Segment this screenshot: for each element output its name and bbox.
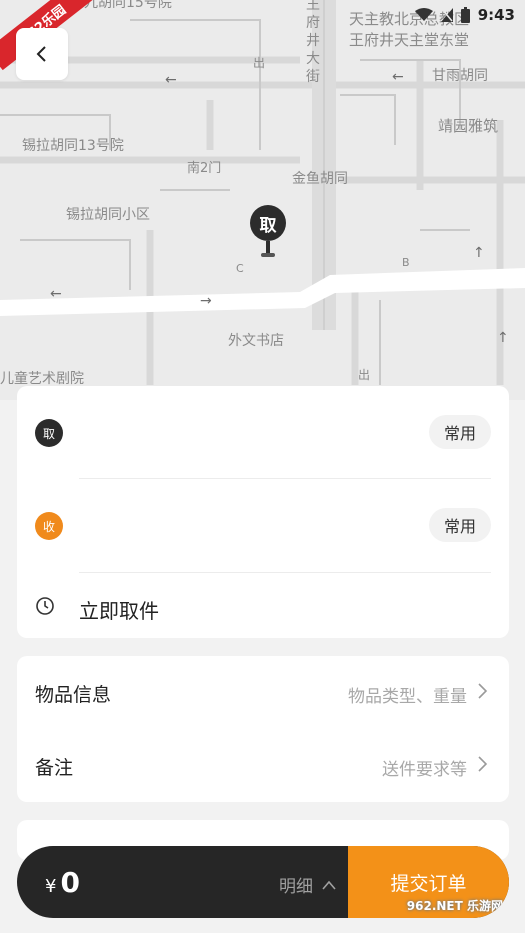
map-label: 锡拉胡同13号院 (22, 138, 124, 154)
back-button[interactable] (16, 28, 68, 80)
chevron-right-icon (478, 683, 488, 699)
address-card: 取 常用 收 常用 立即取件 (17, 386, 509, 638)
road-arrow-left-icon: ← (392, 69, 404, 85)
map-label: 甘雨胡同 (432, 68, 488, 84)
pin-label: 取 (250, 205, 286, 241)
chevron-up-icon (322, 880, 336, 890)
remarks-row[interactable]: 备注 送件要求等 (17, 729, 509, 802)
price-detail-button[interactable]: 明细 (279, 872, 337, 897)
item-info-row[interactable]: 物品信息 物品类型、重量 (17, 656, 509, 729)
chevron-right-icon (478, 756, 488, 772)
total-price: ¥ 0 (45, 866, 80, 899)
map-label: B (402, 256, 410, 269)
pickup-address-row[interactable]: 取 常用 (17, 386, 509, 480)
road-arrow-right-icon: → (200, 293, 212, 309)
map-label: 儿童艺术剧院 (0, 371, 84, 387)
map-label: 南2门 (187, 161, 222, 176)
clock-icon (36, 597, 54, 615)
map-view[interactable]: 胡同九胡同15号院 王 府 井 大 街 天主教北京总教区 王府井天主堂东堂 出 … (0, 0, 525, 400)
map-label: 外文书店 (228, 333, 284, 349)
receive-badge: 收 (35, 512, 63, 540)
submit-order-label: 提交订单 (390, 872, 467, 895)
map-label: 王 (306, 0, 320, 13)
map-label: 王府井天主堂东堂 (349, 31, 470, 49)
pickup-common-address-button[interactable]: 常用 (429, 415, 491, 449)
battery-icon (460, 7, 470, 23)
road-arrow-left-icon: ← (50, 286, 62, 302)
pickup-badge: 取 (35, 419, 63, 447)
receive-address-row[interactable]: 收 常用 (17, 479, 509, 573)
map-label: 出 (358, 368, 371, 382)
price-amount: 0 (60, 866, 80, 899)
pickup-time-label: 立即取件 (79, 599, 159, 623)
item-info-card: 物品信息 物品类型、重量 备注 送件要求等 (17, 656, 509, 802)
remarks-hint: 送件要求等 (382, 760, 467, 780)
map-label: 府 (306, 15, 320, 31)
item-info-hint: 物品类型、重量 (348, 687, 467, 707)
map-label: 金鱼胡同 (292, 171, 348, 187)
price-detail-label: 明细 (279, 877, 313, 897)
pickup-location-pin[interactable]: 取 (250, 205, 288, 259)
road-arrow-left-icon: ← (165, 72, 177, 88)
pickup-time-row[interactable]: 立即取件 (17, 586, 509, 626)
map-label: 大 (306, 51, 320, 67)
item-info-label: 物品信息 (35, 684, 112, 706)
currency-symbol: ¥ (45, 876, 57, 897)
map-label: 井 (306, 33, 320, 49)
road-arrow-up-icon: ↑ (497, 330, 509, 346)
divider (79, 572, 491, 573)
wifi-icon (414, 8, 433, 21)
map-label: C (236, 262, 244, 275)
map-label: 街 (306, 69, 320, 85)
status-bar: 9:43 (414, 0, 525, 30)
map-label: 出 (253, 56, 266, 70)
map-label: 锡拉胡同小区 (66, 207, 150, 223)
road-arrow-up-icon: ↑ (473, 245, 485, 261)
status-time: 9:43 (477, 6, 515, 24)
receive-common-address-button[interactable]: 常用 (429, 508, 491, 542)
chevron-left-icon (36, 46, 46, 62)
map-label: 靖园雅筑 (438, 117, 499, 135)
remarks-label: 备注 (35, 757, 74, 779)
order-bottom-bar: ¥ 0 明细 提交订单 962.NET 乐游网 (17, 846, 509, 918)
signal-icon (440, 8, 453, 22)
watermark-logo: 962.NET 乐游网 (406, 899, 503, 913)
